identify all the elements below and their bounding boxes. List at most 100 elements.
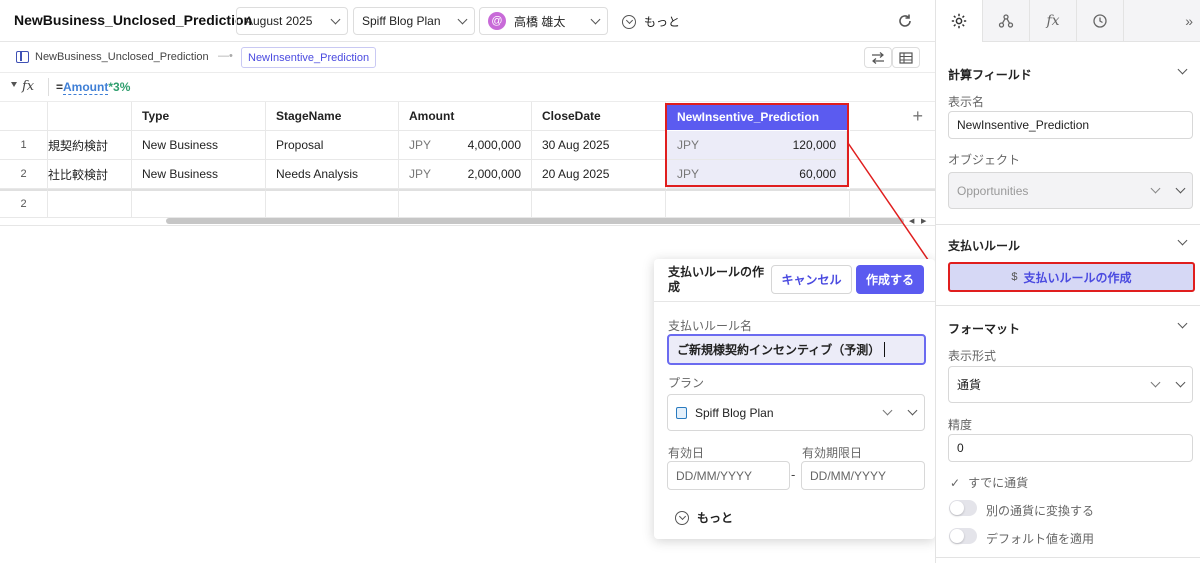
cell-name[interactable]: 社比較検討 [48,160,132,189]
currency-label: JPY [409,167,432,181]
default-value-label: デフォルト値を適用 [986,532,1095,546]
add-column-button[interactable]: + [850,102,935,131]
plan-dropdown[interactable]: Spiff Blog Plan [353,7,475,35]
formula-input[interactable]: = Amount *3% [56,80,130,95]
display-format-select[interactable]: 通貨 [948,366,1193,403]
precision-label: 精度 [948,418,973,432]
more-label: もっと [697,511,734,525]
rule-name-value: ご新規様契約インセンティブ（予測） [677,343,881,357]
more-button[interactable]: もっと [622,13,680,30]
cell-name[interactable]: 規契約検討 [48,131,132,160]
footer-cell [48,189,132,218]
tab-settings[interactable] [936,0,983,42]
cell-type[interactable]: New Business [132,131,266,160]
cancel-button[interactable]: キャンセル [771,265,852,294]
text-cursor [884,342,886,357]
caret-down-icon[interactable] [11,82,17,87]
object-select[interactable]: Opportunities [948,172,1193,209]
footer-cell [399,189,532,218]
divider [936,557,1200,558]
precision-input[interactable]: 0 [948,434,1193,462]
divider [48,78,49,96]
column-header-prediction[interactable]: NewInsentive_Prediction [667,104,847,130]
cell-prediction[interactable]: JPY 120,000 [667,131,847,160]
prediction-value: 120,000 [792,138,836,152]
formula-prefix: = [56,80,64,94]
column-header-type[interactable]: Type [132,102,266,131]
more-options-button[interactable]: もっと [675,509,733,526]
display-format-label: 表示形式 [948,349,997,363]
period-dropdown[interactable]: August 2025 [236,7,348,35]
column-header-closedate[interactable]: CloseDate [532,102,666,131]
cell-amount[interactable]: JPY 4,000,000 [399,131,532,160]
convert-currency-label: 別の通貨に変換する [986,504,1095,518]
footer-cell [666,189,850,218]
column-header-stagename[interactable]: StageName [266,102,399,131]
collapse-panel-button[interactable]: » [1124,0,1200,42]
horizontal-scrollbar-thumb[interactable] [166,218,904,224]
chevron-down-icon [882,405,893,416]
convert-currency-toggle[interactable] [949,500,977,516]
column-header-amount[interactable]: Amount [399,102,532,131]
object-label: オブジェクト [948,153,1021,167]
cell-prediction[interactable]: JPY 60,000 [667,160,847,189]
expiry-date-input[interactable]: DD/MM/YYYY [801,461,925,490]
chevron-down-icon[interactable] [1177,318,1188,329]
breadcrumb-source[interactable]: NewBusiness_Unclosed_Prediction [35,51,209,63]
nodes-icon [998,13,1014,28]
divider [936,305,1200,306]
create-button[interactable]: 作成する [856,265,924,294]
row-count: 2 [0,189,48,218]
swap-icon[interactable] [864,47,892,68]
period-label: August 2025 [245,14,313,28]
chevron-down-icon [1150,183,1161,194]
gear-icon [951,13,967,29]
date-separator: - [791,467,796,482]
avatar: @ [488,12,506,30]
refresh-icon[interactable] [896,12,914,30]
tab-relations[interactable] [983,0,1030,42]
effective-date-input[interactable]: DD/MM/YYYY [667,461,790,490]
more-label: もっと [644,15,681,29]
display-name-input[interactable]: NewInsentive_Prediction [948,111,1193,139]
cell-type[interactable]: New Business [132,160,266,189]
history-icon [1093,13,1107,28]
cell-closedate[interactable]: 30 Aug 2025 [532,131,666,160]
fx-icon: fx [22,79,35,94]
chevron-circle-icon [622,14,636,29]
create-rule-dialog: 支払いルールの作成 キャンセル 作成する 支払いルール名 ご新規様契約インセンテ… [654,259,935,539]
plan-label: プラン [668,376,705,390]
tab-formula[interactable]: fx [1030,0,1077,42]
formula-bar [0,74,935,102]
user-name: 高橋 雄太 [514,14,566,29]
plan-select[interactable]: Spiff Blog Plan [667,394,925,431]
already-currency-label: すでに通貨 [968,476,1029,490]
cell-amount[interactable]: JPY 2,000,000 [399,160,532,189]
footer-cell [266,189,399,218]
data-table: Type StageName Amount CloseDate NewInsen… [0,102,935,226]
section-title-format: フォーマット [948,322,1021,336]
chevron-down-icon[interactable] [1177,64,1188,75]
grid-view-icon[interactable] [892,47,920,68]
cell-stagename[interactable]: Needs Analysis [266,160,399,189]
column-header-name[interactable] [48,102,132,131]
plan-icon [676,406,687,419]
breadcrumb-target[interactable]: NewInsentive_Prediction [241,47,377,68]
user-dropdown[interactable]: @ 高橋 雄太 [479,7,608,35]
arrow-right-icon: —• [218,50,233,62]
cell-stagename[interactable]: Proposal [266,131,399,160]
tab-history[interactable] [1077,0,1124,42]
dollar-icon: $ [1011,271,1018,283]
rule-name-input[interactable]: ご新規様契約インセンティブ（予測） [667,334,926,365]
default-value-toggle[interactable] [949,528,977,544]
display-format-value: 通貨 [957,378,982,392]
chevron-down-icon[interactable] [1177,235,1188,246]
create-rule-button[interactable]: $ 支払いルールの作成 [948,262,1195,292]
create-rule-label: 支払いルールの作成 [1023,270,1132,285]
section-title-payment: 支払いルール [948,239,1021,253]
cell-closedate[interactable]: 20 Aug 2025 [532,160,666,189]
page-title: NewBusiness_Unclosed_Prediction [14,12,253,28]
chevron-down-icon [590,14,601,24]
divider [654,301,935,302]
chevron-down-icon [907,405,918,416]
